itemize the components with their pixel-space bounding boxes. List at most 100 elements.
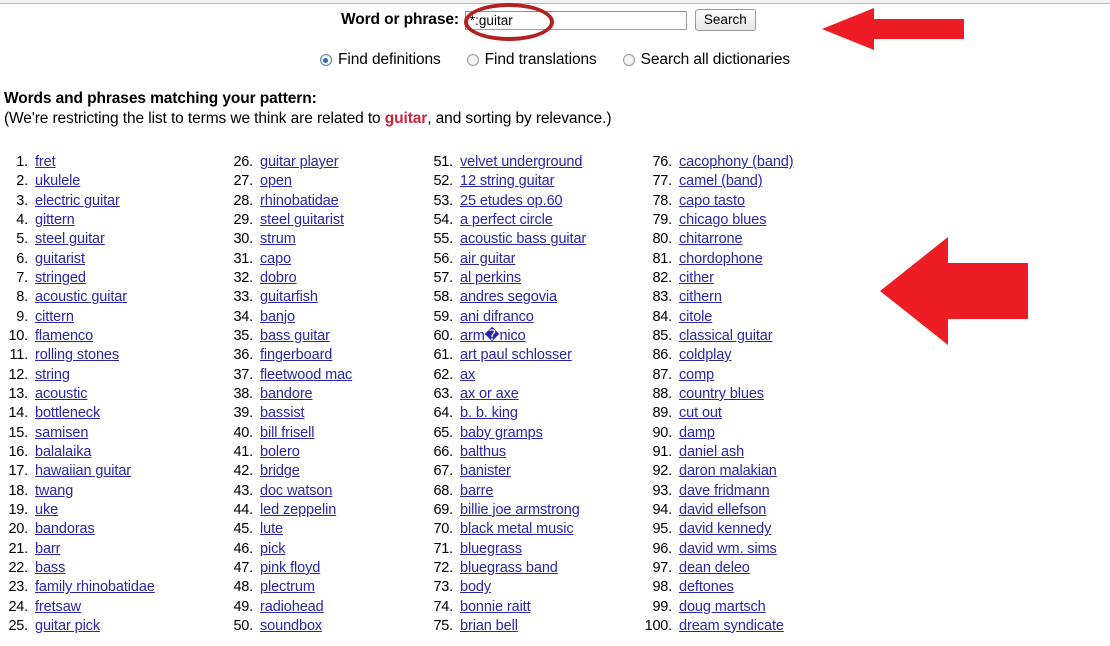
list-item[interactable]: 60. arm�nico [427, 328, 642, 347]
list-item[interactable]: 52. 12 string guitar [427, 173, 642, 192]
list-item[interactable]: 48. plectrum [227, 579, 427, 598]
list-item[interactable]: 69. billie joe armstrong [427, 502, 642, 521]
item-link[interactable]: cithern [679, 289, 722, 305]
list-item[interactable]: 61. art paul schlosser [427, 347, 642, 366]
list-item[interactable]: 96. david wm. sims [642, 541, 872, 560]
list-item[interactable]: 13. acoustic [2, 386, 227, 405]
item-link[interactable]: a perfect circle [460, 212, 553, 228]
list-item[interactable]: 42. bridge [227, 463, 427, 482]
item-link[interactable]: radiohead [260, 599, 324, 615]
item-link[interactable]: bridge [260, 463, 300, 479]
list-item[interactable]: 4. gittern [2, 212, 227, 231]
radio-find-definitions[interactable]: Find definitions [319, 51, 441, 69]
item-link[interactable]: art paul schlosser [460, 347, 572, 363]
list-item[interactable]: 34. banjo [227, 309, 427, 328]
item-link[interactable]: arm�nico [460, 328, 526, 344]
item-link[interactable]: family rhinobatidae [35, 579, 155, 595]
item-link[interactable]: bass guitar [260, 328, 330, 344]
list-item[interactable]: 82. cither [642, 270, 872, 289]
list-item[interactable]: 56. air guitar [427, 251, 642, 270]
item-link[interactable]: hawaiian guitar [35, 463, 131, 479]
item-link[interactable]: damp [679, 425, 715, 441]
list-item[interactable]: 22. bass [2, 560, 227, 579]
item-link[interactable]: baby gramps [460, 425, 543, 441]
list-item[interactable]: 11. rolling stones [2, 347, 227, 366]
list-item[interactable]: 44. led zeppelin [227, 502, 427, 521]
item-link[interactable]: acoustic [35, 386, 88, 402]
item-link[interactable]: david wm. sims [679, 541, 777, 557]
list-item[interactable]: 75. brian bell [427, 618, 642, 637]
list-item[interactable]: 86. coldplay [642, 347, 872, 366]
item-link[interactable]: led zeppelin [260, 502, 336, 518]
list-item[interactable]: 6. guitarist [2, 251, 227, 270]
list-item[interactable]: 16. balalaika [2, 444, 227, 463]
list-item[interactable]: 47. pink floyd [227, 560, 427, 579]
item-link[interactable]: bassist [260, 405, 305, 421]
item-link[interactable]: comp [679, 367, 714, 383]
item-link[interactable]: flamenco [35, 328, 93, 344]
item-link[interactable]: barr [35, 541, 60, 557]
list-item[interactable]: 9. cittern [2, 309, 227, 328]
item-link[interactable]: acoustic bass guitar [460, 231, 586, 247]
list-item[interactable]: 1. fret [2, 154, 227, 173]
item-link[interactable]: bluegrass band [460, 560, 558, 576]
list-item[interactable]: 26. guitar player [227, 154, 427, 173]
radio-unselected-icon[interactable] [622, 54, 635, 66]
item-link[interactable]: dave fridmann [679, 483, 770, 499]
item-link[interactable]: cittern [35, 309, 74, 325]
item-link[interactable]: ax [460, 367, 475, 383]
item-link[interactable]: stringed [35, 270, 86, 286]
item-link[interactable]: cut out [679, 405, 722, 421]
list-item[interactable]: 15. samisen [2, 425, 227, 444]
list-item[interactable]: 85. classical guitar [642, 328, 872, 347]
item-link[interactable]: lute [260, 521, 283, 537]
list-item[interactable]: 8. acoustic guitar [2, 289, 227, 308]
item-link[interactable]: bill frisell [260, 425, 315, 441]
item-link[interactable]: air guitar [460, 251, 516, 267]
item-link[interactable]: uke [35, 502, 58, 518]
list-item[interactable]: 40. bill frisell [227, 425, 427, 444]
item-link[interactable]: david kennedy [679, 521, 771, 537]
list-item[interactable]: 10. flamenco [2, 328, 227, 347]
item-link[interactable]: fret [35, 154, 56, 170]
list-item[interactable]: 65. baby gramps [427, 425, 642, 444]
list-item[interactable]: 23. family rhinobatidae [2, 579, 227, 598]
list-item[interactable]: 88. country blues [642, 386, 872, 405]
list-item[interactable]: 70. black metal music [427, 521, 642, 540]
list-item[interactable]: 19. uke [2, 502, 227, 521]
list-item[interactable]: 80. chitarrone [642, 231, 872, 250]
list-item[interactable]: 12. string [2, 367, 227, 386]
list-item[interactable]: 91. daniel ash [642, 444, 872, 463]
list-item[interactable]: 46. pick [227, 541, 427, 560]
item-link[interactable]: black metal music [460, 521, 574, 537]
list-item[interactable]: 32. dobro [227, 270, 427, 289]
item-link[interactable]: cacophony (band) [679, 154, 794, 170]
list-item[interactable]: 79. chicago blues [642, 212, 872, 231]
item-link[interactable]: david ellefson [679, 502, 766, 518]
item-link[interactable]: chitarrone [679, 231, 743, 247]
list-item[interactable]: 51. velvet underground [427, 154, 642, 173]
list-item[interactable]: 25. guitar pick [2, 618, 227, 637]
list-item[interactable]: 84. citole [642, 309, 872, 328]
item-link[interactable]: acoustic guitar [35, 289, 127, 305]
search-input[interactable] [464, 10, 687, 30]
item-link[interactable]: andres segovia [460, 289, 557, 305]
item-link[interactable]: ukulele [35, 173, 80, 189]
item-link[interactable]: billie joe armstrong [460, 502, 580, 518]
list-item[interactable]: 3. electric guitar [2, 193, 227, 212]
list-item[interactable]: 90. damp [642, 425, 872, 444]
list-item[interactable]: 78. capo tasto [642, 193, 872, 212]
item-link[interactable]: classical guitar [679, 328, 773, 344]
item-link[interactable]: dean deleo [679, 560, 750, 576]
item-link[interactable]: guitar player [260, 154, 339, 170]
item-link[interactable]: cither [679, 270, 714, 286]
item-link[interactable]: balthus [460, 444, 506, 460]
item-link[interactable]: citole [679, 309, 712, 325]
item-link[interactable]: guitarist [35, 251, 85, 267]
list-item[interactable]: 95. david kennedy [642, 521, 872, 540]
item-link[interactable]: bass [35, 560, 65, 576]
list-item[interactable]: 77. camel (band) [642, 173, 872, 192]
item-link[interactable]: steel guitar [35, 231, 105, 247]
item-link[interactable]: daniel ash [679, 444, 744, 460]
list-item[interactable]: 100. dream syndicate [642, 618, 872, 637]
